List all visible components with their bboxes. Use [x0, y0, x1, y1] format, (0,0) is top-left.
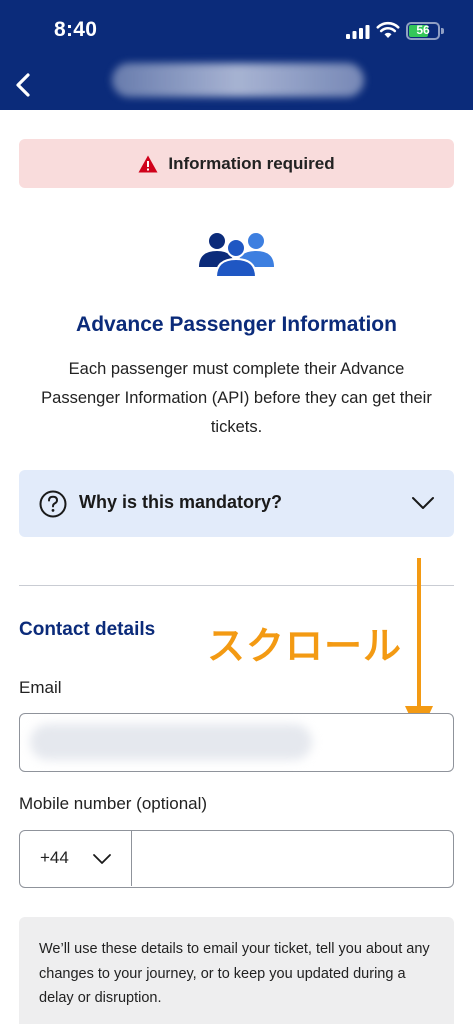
accordion-label: Why is this mandatory?	[79, 492, 283, 512]
scroll-annotation: スクロール	[207, 626, 403, 668]
battery-percentage: 56	[416, 23, 430, 37]
warning-triangle-icon	[138, 155, 158, 172]
section-divider	[19, 585, 454, 586]
page-heading: Advance Passenger Information	[76, 313, 397, 336]
contact-details-heading: Contact details	[19, 619, 156, 640]
chevron-left-icon[interactable]	[8, 66, 44, 104]
status-bar: 8:40 56	[0, 0, 473, 60]
navigation-bar	[0, 60, 473, 110]
cellular-signal-icon	[346, 25, 370, 39]
page-title-redacted	[112, 63, 364, 97]
contact-info-note: We’ll use these details to email your ti…	[19, 917, 454, 1024]
information-required-banner: Information required	[19, 139, 454, 188]
contact-info-text: We’ll use these details to email your ti…	[39, 941, 430, 1006]
wifi-icon	[376, 21, 400, 38]
chevron-down-icon	[412, 497, 434, 509]
passengers-group-icon	[199, 233, 274, 277]
status-time: 8:40	[54, 18, 98, 41]
battery-indicator: 56	[406, 22, 444, 40]
mobile-number-label: Mobile number (optional)	[19, 794, 208, 813]
country-code-select[interactable]: +44	[20, 831, 132, 886]
email-value-redacted	[30, 724, 312, 760]
arrow-down-icon	[405, 558, 433, 736]
email-label: Email	[19, 678, 62, 697]
page-description: Each passenger must complete their Advan…	[41, 360, 432, 436]
country-code-value: +44	[40, 848, 69, 867]
alert-text: Information required	[168, 153, 335, 173]
mobile-number-field-group: +44	[19, 830, 454, 888]
mobile-number-input[interactable]	[134, 831, 452, 886]
chevron-down-icon	[93, 854, 111, 864]
email-field[interactable]	[19, 713, 454, 772]
question-circle-icon	[39, 490, 67, 518]
why-mandatory-accordion[interactable]: Why is this mandatory?	[19, 470, 454, 537]
